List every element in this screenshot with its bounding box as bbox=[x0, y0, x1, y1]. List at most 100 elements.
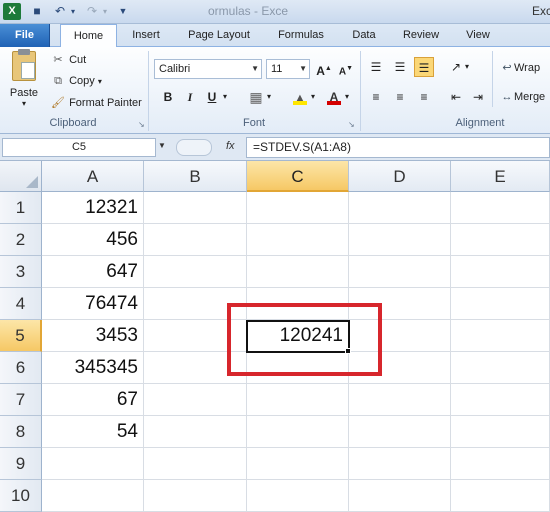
row-header-3[interactable]: 3 bbox=[0, 256, 42, 288]
tab-data[interactable]: Data bbox=[344, 24, 384, 47]
cell-e8[interactable] bbox=[451, 416, 550, 448]
align-bottom-icon[interactable]: ☰ bbox=[414, 57, 434, 77]
cell-c1[interactable] bbox=[247, 192, 349, 224]
insert-function-icon[interactable]: fx bbox=[226, 140, 235, 152]
cell-b9[interactable] bbox=[144, 448, 247, 480]
select-all-button[interactable] bbox=[0, 161, 42, 192]
cell-b3[interactable] bbox=[144, 256, 247, 288]
cell-c9[interactable] bbox=[247, 448, 349, 480]
cell-b10[interactable] bbox=[144, 480, 247, 512]
cell-b7[interactable] bbox=[144, 384, 247, 416]
cell-c2[interactable] bbox=[247, 224, 349, 256]
align-top-icon[interactable]: ☰ bbox=[366, 57, 386, 77]
grow-font-icon[interactable]: A▲ bbox=[314, 59, 334, 79]
format-painter-button[interactable]: 🖌 Format Painter bbox=[50, 96, 142, 109]
column-header-a[interactable]: A bbox=[42, 161, 144, 192]
fill-handle[interactable] bbox=[345, 348, 351, 354]
cell-b2[interactable] bbox=[144, 224, 247, 256]
increase-indent-icon[interactable]: ⇥ bbox=[468, 87, 488, 107]
redo-dropdown-icon[interactable]: ▾ bbox=[101, 3, 109, 20]
cell-e5[interactable] bbox=[451, 320, 550, 352]
cell-a6[interactable]: 345345 bbox=[42, 352, 144, 384]
cell-d1[interactable] bbox=[349, 192, 451, 224]
cell-c10[interactable] bbox=[247, 480, 349, 512]
column-header-d[interactable]: D bbox=[349, 161, 451, 192]
formula-input[interactable]: =STDEV.S(A1:A8) bbox=[246, 137, 550, 158]
cell-d10[interactable] bbox=[349, 480, 451, 512]
align-center-icon[interactable]: ≡ bbox=[390, 87, 410, 107]
cell-a5[interactable]: 3453 bbox=[42, 320, 144, 352]
font-color-icon[interactable]: A bbox=[324, 87, 344, 107]
row-header-7[interactable]: 7 bbox=[0, 384, 42, 416]
cell-a7[interactable]: 67 bbox=[42, 384, 144, 416]
row-header-5[interactable]: 5 bbox=[0, 320, 42, 352]
chevron-down-icon[interactable]: ▼ bbox=[158, 141, 166, 150]
cell-e6[interactable] bbox=[451, 352, 550, 384]
row-header-2[interactable]: 2 bbox=[0, 224, 42, 256]
column-header-e[interactable]: E bbox=[451, 161, 550, 192]
cell-a2[interactable]: 456 bbox=[42, 224, 144, 256]
cell-a4[interactable]: 76474 bbox=[42, 288, 144, 320]
tab-page-layout[interactable]: Page Layout bbox=[180, 24, 258, 47]
cell-e4[interactable] bbox=[451, 288, 550, 320]
wrap-text-button[interactable]: ↩ Wrap bbox=[500, 61, 540, 74]
cell-c8[interactable] bbox=[247, 416, 349, 448]
underline-dropdown-icon[interactable]: ▾ bbox=[220, 87, 230, 107]
cell-e3[interactable] bbox=[451, 256, 550, 288]
cell-e2[interactable] bbox=[451, 224, 550, 256]
cell-c3[interactable] bbox=[247, 256, 349, 288]
copy-button[interactable]: ⧉ Copy ▾ bbox=[50, 75, 102, 88]
cell-b8[interactable] bbox=[144, 416, 247, 448]
cell-d8[interactable] bbox=[349, 416, 451, 448]
underline-button[interactable]: U bbox=[202, 87, 222, 107]
cell-d3[interactable] bbox=[349, 256, 451, 288]
font-size-combo[interactable]: 11 ▼ bbox=[266, 59, 310, 79]
cell-a9[interactable] bbox=[42, 448, 144, 480]
excel-icon[interactable]: X bbox=[3, 3, 21, 20]
tab-formulas[interactable]: Formulas bbox=[270, 24, 332, 47]
row-header-8[interactable]: 8 bbox=[0, 416, 42, 448]
row-header-10[interactable]: 10 bbox=[0, 480, 42, 512]
font-color-dropdown-icon[interactable]: ▾ bbox=[342, 87, 352, 107]
row-header-9[interactable]: 9 bbox=[0, 448, 42, 480]
italic-button[interactable]: I bbox=[180, 87, 200, 107]
active-cell-c5[interactable] bbox=[246, 320, 350, 353]
tab-home[interactable]: Home bbox=[60, 24, 117, 48]
borders-icon[interactable]: ▦ bbox=[246, 87, 266, 107]
name-box[interactable]: C5 bbox=[2, 138, 156, 157]
merge-button[interactable]: ↔ Merge bbox=[500, 91, 546, 103]
row-header-1[interactable]: 1 bbox=[0, 192, 42, 224]
customize-toolbar-icon[interactable]: ▼ bbox=[118, 3, 128, 20]
cell-e10[interactable] bbox=[451, 480, 550, 512]
bold-button[interactable]: B bbox=[158, 87, 178, 107]
fill-color-icon[interactable]: ▲ bbox=[290, 87, 310, 107]
cell-e7[interactable] bbox=[451, 384, 550, 416]
tab-insert[interactable]: Insert bbox=[124, 24, 168, 47]
shrink-font-icon[interactable]: A▼ bbox=[336, 59, 356, 79]
cell-e9[interactable] bbox=[451, 448, 550, 480]
row-header-6[interactable]: 6 bbox=[0, 352, 42, 384]
font-name-combo[interactable]: Calibri ▼ bbox=[154, 59, 262, 79]
font-dialog-launcher-icon[interactable]: ↘ bbox=[348, 120, 355, 129]
cell-a3[interactable]: 647 bbox=[42, 256, 144, 288]
cell-c7[interactable] bbox=[247, 384, 349, 416]
clipboard-dialog-launcher-icon[interactable]: ↘ bbox=[138, 120, 145, 129]
tab-file[interactable]: File bbox=[0, 24, 50, 47]
decrease-indent-icon[interactable]: ⇤ bbox=[446, 87, 466, 107]
tab-view[interactable]: View bbox=[458, 24, 498, 47]
cell-a1[interactable]: 12321 bbox=[42, 192, 144, 224]
column-header-b[interactable]: B bbox=[144, 161, 247, 192]
cell-a10[interactable] bbox=[42, 480, 144, 512]
undo-dropdown-icon[interactable]: ▾ bbox=[69, 3, 77, 20]
cell-b1[interactable] bbox=[144, 192, 247, 224]
cell-d9[interactable] bbox=[349, 448, 451, 480]
formula-bar-resize-handle[interactable] bbox=[176, 139, 212, 156]
column-header-c[interactable]: C bbox=[247, 161, 349, 192]
align-left-icon[interactable]: ≡ bbox=[366, 87, 386, 107]
align-middle-icon[interactable]: ☰ bbox=[390, 57, 410, 77]
fill-color-dropdown-icon[interactable]: ▾ bbox=[308, 87, 318, 107]
tab-review[interactable]: Review bbox=[396, 24, 446, 47]
cell-e1[interactable] bbox=[451, 192, 550, 224]
undo-icon[interactable]: ↶ bbox=[51, 3, 69, 20]
borders-dropdown-icon[interactable]: ▾ bbox=[264, 87, 274, 107]
